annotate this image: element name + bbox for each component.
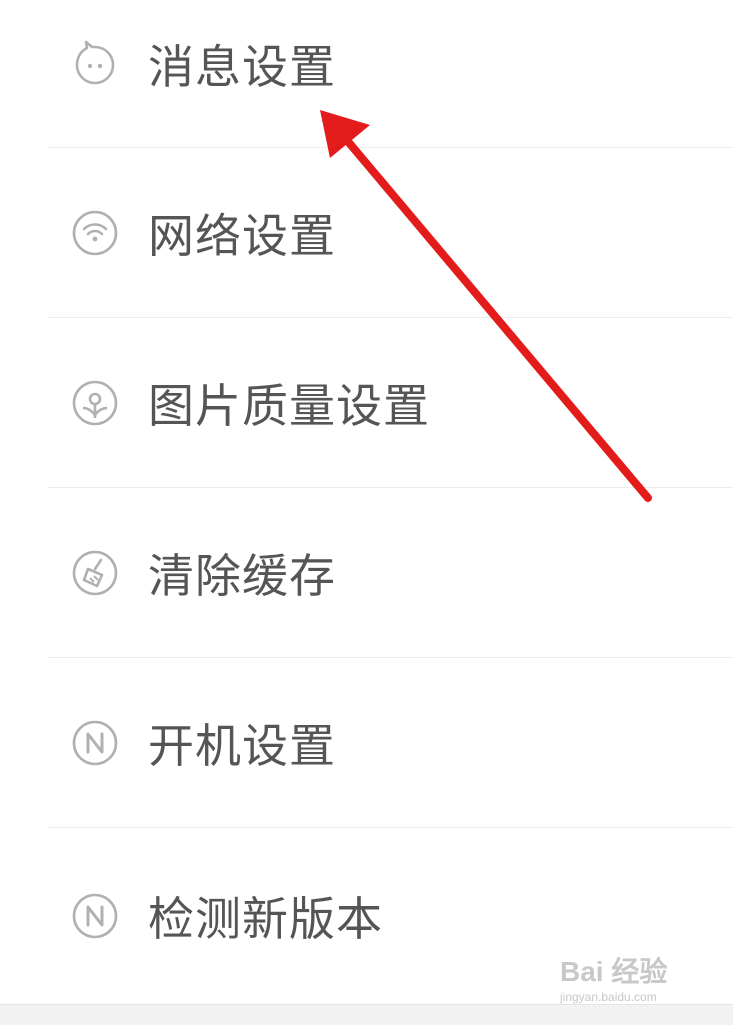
bottom-bar xyxy=(0,1004,733,1025)
wifi-icon xyxy=(70,208,120,258)
settings-item-network[interactable]: 网络设置 xyxy=(48,148,733,318)
startup-n-icon xyxy=(70,718,120,768)
settings-item-label: 网络设置 xyxy=(148,208,336,263)
watermark-sub-text: jingyan.baidu.com xyxy=(560,990,657,1004)
image-quality-icon xyxy=(70,378,120,428)
broom-icon xyxy=(70,548,120,598)
settings-item-message[interactable]: 消息设置 xyxy=(48,0,733,148)
settings-item-startup[interactable]: 开机设置 xyxy=(48,658,733,828)
settings-item-clear-cache[interactable]: 清除缓存 xyxy=(48,488,733,658)
watermark-logo: Bai 经验 jingyan.baidu.com xyxy=(560,950,720,1004)
settings-item-label: 开机设置 xyxy=(148,718,336,773)
settings-list: 消息设置 网络设置 图片质量设置 清除缓存 开机设置 检测新版本 xyxy=(0,0,733,998)
settings-item-image-quality[interactable]: 图片质量设置 xyxy=(48,318,733,488)
settings-item-label: 清除缓存 xyxy=(148,548,336,603)
settings-item-label: 消息设置 xyxy=(148,40,336,94)
settings-item-label: 图片质量设置 xyxy=(148,378,430,433)
message-face-icon xyxy=(70,39,120,89)
settings-item-label: 检测新版本 xyxy=(148,892,383,946)
version-n-icon xyxy=(70,891,120,941)
watermark-main-text: Bai 经验 xyxy=(560,956,668,987)
